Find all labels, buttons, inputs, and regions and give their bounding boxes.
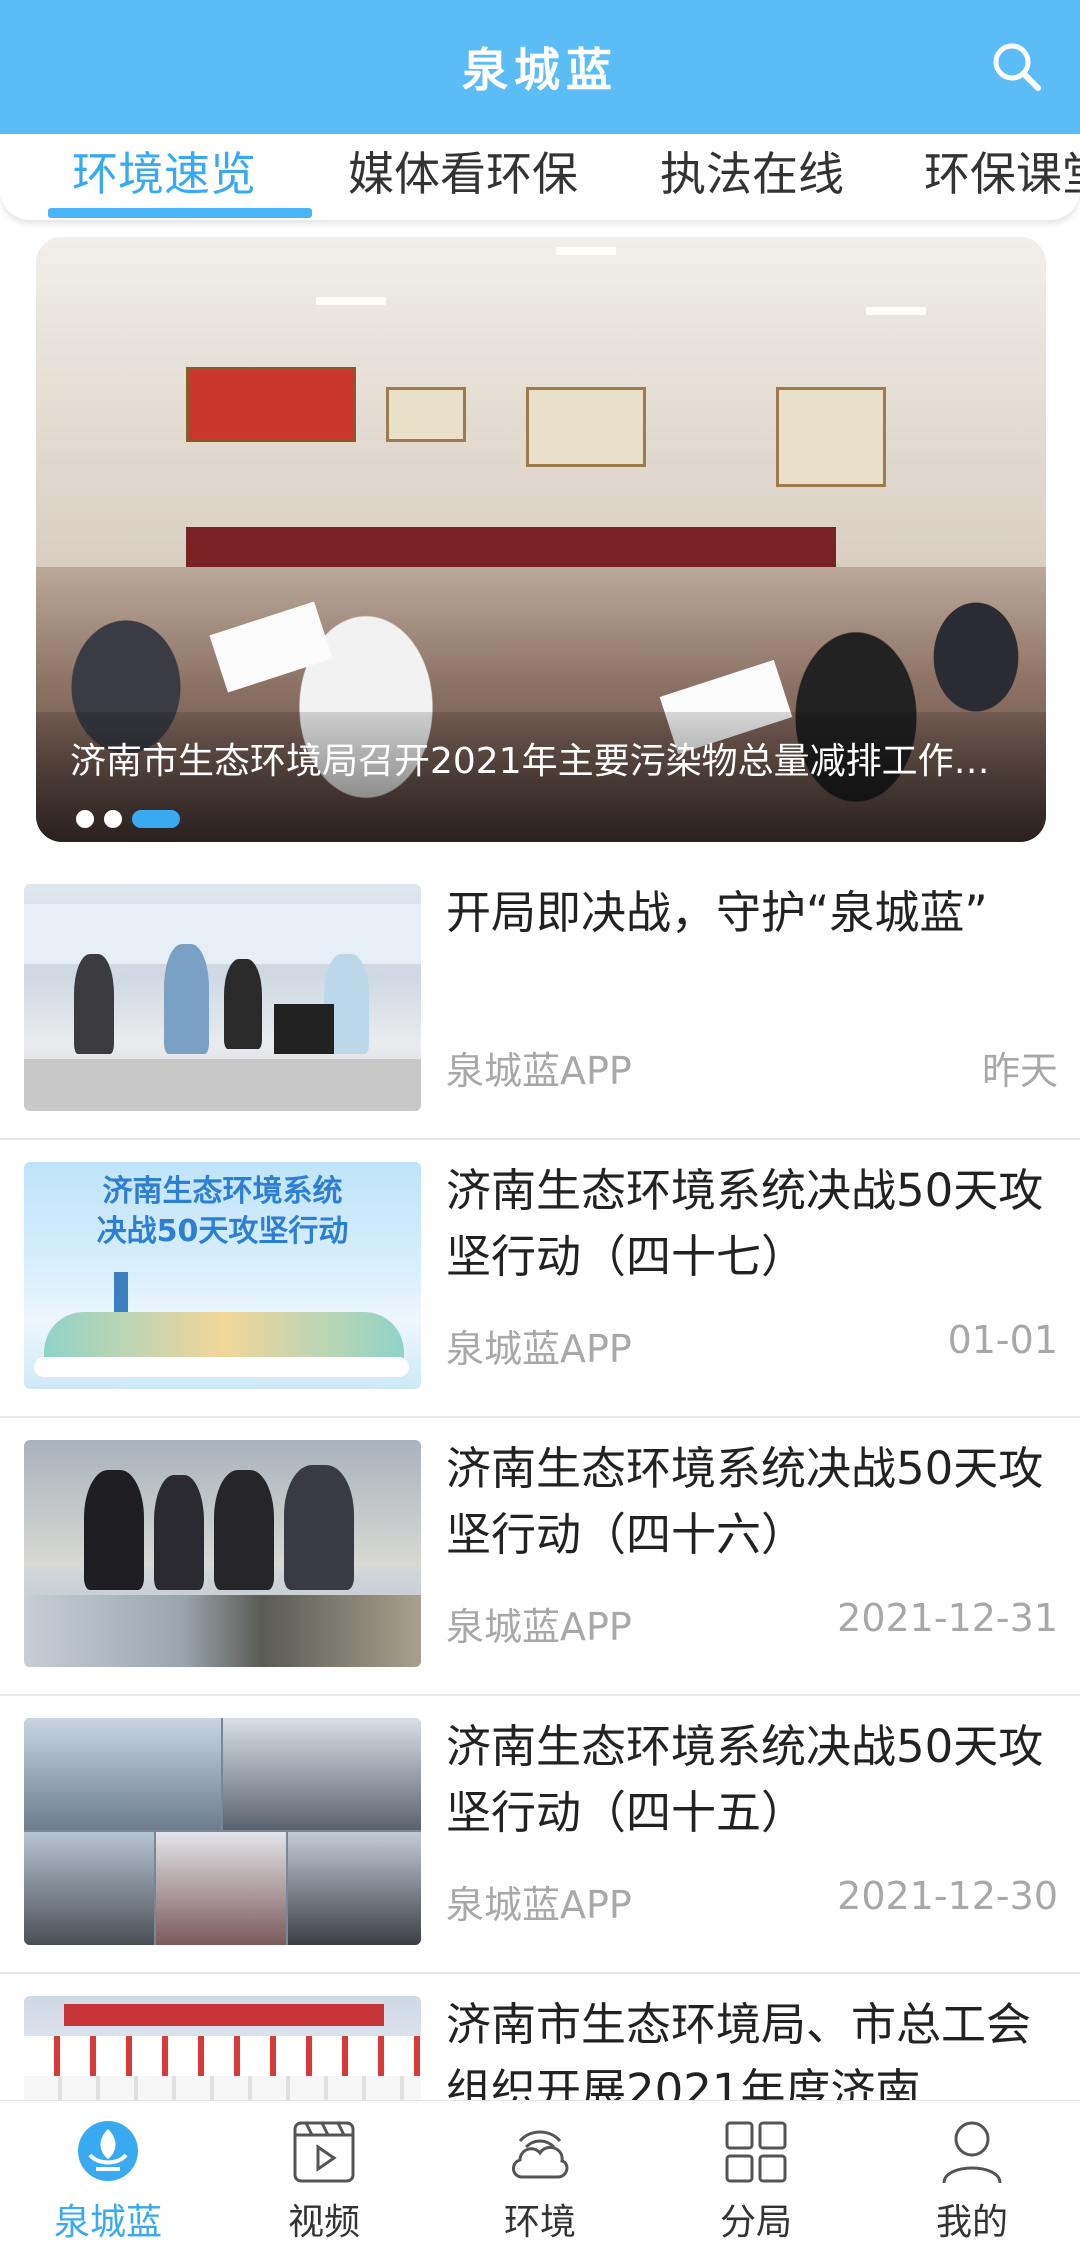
thumb-poster-line: 决战50天攻坚行动 [96, 1214, 349, 1249]
thumb-monitor [274, 1004, 334, 1054]
nav-label: 泉城蓝 [53, 2202, 162, 2243]
banner-wall-board [186, 367, 356, 442]
search-icon[interactable] [990, 40, 1044, 94]
thumb-collage-cell [223, 1718, 421, 1830]
thumb-person [224, 959, 262, 1049]
news-source: 泉城蓝APP [446, 1049, 632, 1093]
tab-law-enforcement[interactable]: 执法在线 [660, 142, 844, 206]
thumb-window [24, 904, 421, 964]
news-source: 泉城蓝APP [446, 1883, 632, 1927]
thumb-collage-cell [156, 1832, 286, 1945]
news-title: 济南生态环境系统决战50天攻坚行动（四十六） [446, 1442, 1044, 1561]
app-root: 泉城蓝 环境速览 媒体看环保 执法在线 环保课堂 济南市生态环境局召开2021年… [0, 0, 1080, 2247]
banner-wall-board [776, 387, 886, 487]
thumb-person [164, 944, 209, 1054]
nav-item-environment[interactable]: 环境 [432, 2101, 648, 2247]
tab-media-view[interactable]: 媒体看环保 [348, 142, 578, 206]
top-bar: 泉城蓝 [0, 0, 1080, 134]
user-icon [940, 2115, 1004, 2187]
tab-environment-overview[interactable]: 环境速览 [72, 142, 256, 206]
active-tab-indicator [48, 208, 312, 218]
banner-ceiling-light [866, 307, 926, 315]
news-source: 泉城蓝APP [446, 1605, 632, 1649]
news-date: 2021-12-31 [837, 1596, 1058, 1640]
news-date: 2021-12-30 [837, 1874, 1058, 1918]
news-title: 开局即决战，守护“泉城蓝” [446, 886, 988, 939]
banner-ceiling-light [556, 247, 616, 255]
carousel-dot[interactable] [76, 810, 94, 828]
thumb-red-banner [64, 2004, 384, 2026]
thumb-collage-cell [24, 1718, 221, 1830]
thumb-chairs [24, 2036, 421, 2076]
news-thumbnail [24, 1440, 421, 1667]
nav-item-quanchenglan[interactable]: 泉城蓝 [0, 2101, 216, 2247]
news-thumbnail [24, 1718, 421, 1945]
tab-eco-classroom[interactable]: 环保课堂 [924, 142, 1080, 206]
thumb-poster-line: 济南生态环境系统 [102, 1174, 343, 1209]
nav-item-video[interactable]: 视频 [216, 2101, 432, 2247]
news-source: 泉城蓝APP [446, 1327, 632, 1371]
banner-ceiling-light [316, 297, 386, 305]
nav-label: 环境 [503, 2202, 576, 2243]
bottom-tab-bar: 泉城蓝 视频 环境 分局 我的 [0, 2100, 1080, 2247]
thumb-person [74, 954, 114, 1054]
thumb-collage-cell [288, 1832, 421, 1945]
thumb-mountains [44, 1312, 404, 1362]
thumb-person [84, 1470, 144, 1590]
news-item[interactable]: 济南生态环境系统 决战50天攻坚行动 济南生态环境系统决战50天攻坚行动（四十七… [0, 1140, 1080, 1418]
grid-icon [724, 2115, 788, 2187]
quancheng-logo-icon [76, 2115, 140, 2187]
thumb-person [214, 1470, 274, 1590]
thumb-person [154, 1475, 204, 1590]
nav-label: 我的 [935, 2202, 1008, 2243]
news-thumbnail [24, 884, 421, 1111]
news-title: 济南生态环境系统决战50天攻坚行动（四十五） [446, 1720, 1044, 1839]
news-title: 济南生态环境系统决战50天攻坚行动（四十七） [446, 1164, 1044, 1283]
news-date: 昨天 [981, 1049, 1058, 1093]
banner-caption: 济南市生态环境局召开2021年主要污染物总量减排工作推进会 [70, 741, 1020, 782]
carousel-dot-active[interactable] [132, 810, 180, 828]
thumb-desk [24, 1059, 421, 1111]
thumb-factory [24, 1595, 421, 1667]
thumb-person [284, 1465, 354, 1590]
banner-carousel[interactable]: 济南市生态环境局召开2021年主要污染物总量减排工作推进会 [36, 237, 1046, 842]
banner-wall-board [386, 387, 466, 442]
carousel-indicator [76, 809, 180, 829]
category-tabs: 环境速览 媒体看环保 执法在线 环保课堂 [0, 134, 1080, 220]
nav-label: 分局 [719, 2202, 792, 2243]
news-thumbnail: 济南生态环境系统 决战50天攻坚行动 [24, 1162, 421, 1389]
app-title: 泉城蓝 [462, 43, 618, 97]
news-item[interactable]: 济南生态环境系统决战50天攻坚行动（四十六） 泉城蓝APP 2021-12-31 [0, 1418, 1080, 1696]
thumb-collage-cell [24, 1832, 154, 1945]
video-icon [292, 2115, 356, 2187]
thumb-scroll [34, 1357, 409, 1377]
nav-item-mine[interactable]: 我的 [864, 2101, 1080, 2247]
carousel-dot[interactable] [104, 810, 122, 828]
nav-item-branch[interactable]: 分局 [648, 2101, 864, 2247]
nav-label: 视频 [287, 2202, 360, 2243]
news-item[interactable]: 开局即决战，守护“泉城蓝” 泉城蓝APP 昨天 [0, 862, 1080, 1140]
cloud-icon [508, 2115, 572, 2187]
banner-wall-board [526, 387, 646, 467]
news-date: 01-01 [947, 1318, 1058, 1362]
news-item[interactable]: 济南生态环境系统决战50天攻坚行动（四十五） 泉城蓝APP 2021-12-30 [0, 1696, 1080, 1974]
